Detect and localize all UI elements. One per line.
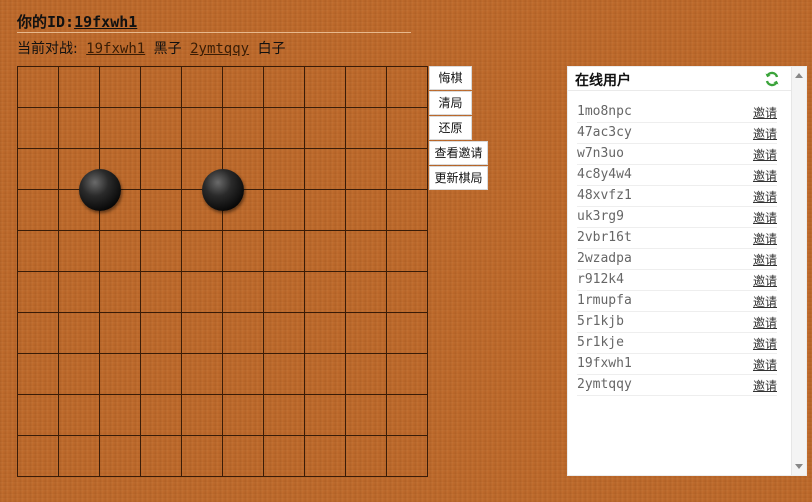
user-row: 48xvfz1 邀请: [577, 186, 777, 207]
header-divider: [17, 32, 411, 33]
invite-link[interactable]: 邀请: [753, 167, 777, 184]
refresh-icon[interactable]: [764, 71, 780, 87]
user-row: 2wzadpa 邀请: [577, 249, 777, 270]
invite-link[interactable]: 邀请: [753, 209, 777, 226]
invite-link[interactable]: 邀请: [753, 125, 777, 142]
restore-button[interactable]: 还原: [429, 116, 472, 140]
view-invites-button[interactable]: 查看邀请: [429, 141, 488, 165]
user-row: 4c8y4w4 邀请: [577, 165, 777, 186]
user-row: 1mo8npc 邀请: [577, 102, 777, 123]
user-name: 48xvfz1: [577, 188, 632, 203]
clear-button[interactable]: 清局: [429, 91, 472, 115]
user-name: 47ac3cy: [577, 125, 632, 140]
user-name: 4c8y4w4: [577, 167, 632, 182]
user-row: 5r1kjb 邀请: [577, 312, 777, 333]
invite-link[interactable]: 邀请: [753, 146, 777, 163]
match-label: 当前对战:: [17, 41, 78, 57]
user-name: 1rmupfa: [577, 293, 632, 308]
user-row: uk3rg9 邀请: [577, 207, 777, 228]
user-name: 1mo8npc: [577, 104, 632, 119]
panel-header: 在线用户: [568, 67, 792, 91]
black-stone: [79, 169, 121, 211]
my-id-label: 你的ID:19fxwh1: [17, 11, 137, 32]
invite-link[interactable]: 邀请: [753, 356, 777, 373]
invite-link[interactable]: 邀请: [753, 104, 777, 121]
panel-scrollbar[interactable]: [791, 67, 806, 475]
current-match: 当前对战: 19fxwh1 黑子 2ymtqqy 白子: [17, 38, 290, 58]
user-row: 2ymtqqy 邀请: [577, 375, 777, 396]
scroll-down-icon[interactable]: [795, 464, 803, 469]
invite-link[interactable]: 邀请: [753, 251, 777, 268]
id-prefix: 你的ID:: [17, 13, 75, 31]
black-stone: [202, 169, 244, 211]
invite-link[interactable]: 邀请: [753, 335, 777, 352]
user-row: 2vbr16t 邀请: [577, 228, 777, 249]
update-board-button[interactable]: 更新棋局: [429, 166, 488, 190]
invite-link[interactable]: 邀请: [753, 293, 777, 310]
user-row: 19fxwh1 邀请: [577, 354, 777, 375]
user-name: r912k4: [577, 272, 624, 287]
my-id-value: 19fxwh1: [74, 13, 138, 31]
user-row: w7n3uo 邀请: [577, 144, 777, 165]
user-row: 1rmupfa 邀请: [577, 291, 777, 312]
user-name: 2ymtqqy: [577, 377, 632, 392]
panel-title: 在线用户: [575, 73, 631, 89]
undo-button[interactable]: 悔棋: [429, 66, 472, 90]
user-name: 2vbr16t: [577, 230, 632, 245]
user-name: 19fxwh1: [577, 356, 632, 371]
user-name: 2wzadpa: [577, 251, 632, 266]
black-stone-label: 黑子: [153, 41, 182, 57]
scroll-up-icon[interactable]: [795, 73, 803, 78]
user-name: 5r1kje: [577, 335, 624, 350]
invite-link[interactable]: 邀请: [753, 314, 777, 331]
black-player-link[interactable]: 19fxwh1: [86, 41, 145, 57]
online-users-panel: 在线用户 1mo8npc 邀请 47ac3cy 邀请 w7n3uo 邀请 4c8y4w4 邀请…: [567, 66, 807, 476]
user-row: r912k4 邀请: [577, 270, 777, 291]
invite-link[interactable]: 邀请: [753, 188, 777, 205]
invite-link[interactable]: 邀请: [753, 377, 777, 394]
user-row: 5r1kje 邀请: [577, 333, 777, 354]
white-player-link[interactable]: 2ymtqqy: [190, 41, 249, 57]
user-row: 47ac3cy 邀请: [577, 123, 777, 144]
white-stone-label: 白子: [257, 41, 286, 57]
user-list: 1mo8npc 邀请 47ac3cy 邀请 w7n3uo 邀请 4c8y4w4 邀请 48xvf…: [577, 102, 777, 396]
game-board[interactable]: [17, 66, 428, 477]
invite-link[interactable]: 邀请: [753, 272, 777, 289]
invite-link[interactable]: 邀请: [753, 230, 777, 247]
user-name: w7n3uo: [577, 146, 624, 161]
user-name: uk3rg9: [577, 209, 624, 224]
user-name: 5r1kjb: [577, 314, 624, 329]
